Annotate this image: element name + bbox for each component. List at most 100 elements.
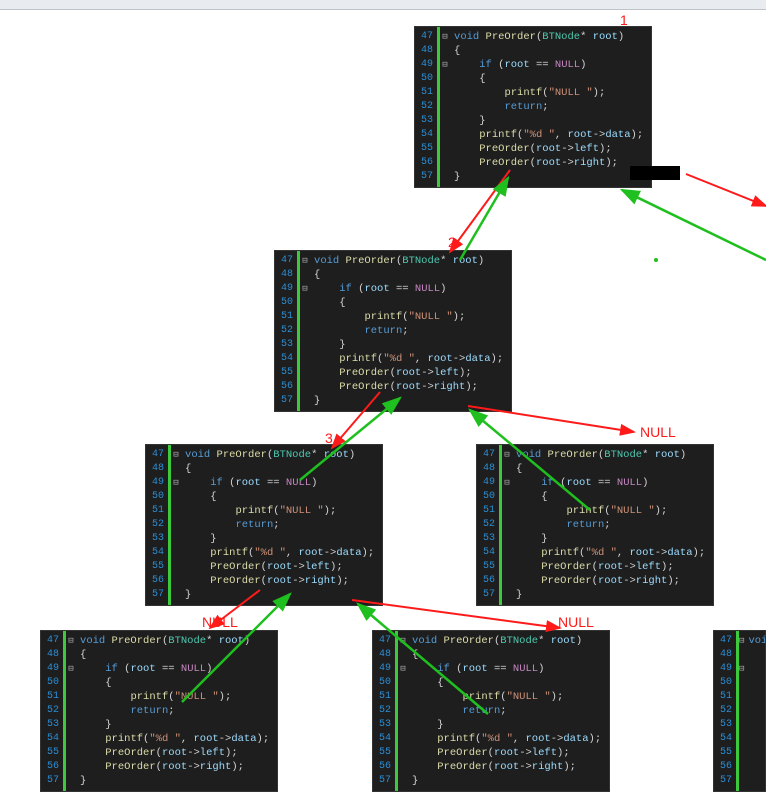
fold-marker [398, 774, 408, 788]
fold-marker [171, 490, 181, 504]
line-number: 53 [421, 114, 433, 128]
line-number: 49 [379, 662, 391, 676]
annotation-null-3: NULL [558, 614, 594, 630]
code-line: printf("%d ", root->data); [314, 352, 503, 366]
line-number: 57 [379, 774, 391, 788]
fold-marker [171, 588, 181, 602]
fold-marker: ⊟ [66, 662, 76, 676]
line-number: 50 [421, 72, 433, 86]
censor-patch [630, 166, 680, 180]
code-line: { [454, 72, 643, 86]
code-line [748, 662, 766, 676]
line-number: 49 [483, 476, 495, 490]
line-number: 56 [720, 760, 732, 774]
fold-marker [171, 532, 181, 546]
code-line: void PreOrder(BTNode* root) [516, 448, 705, 462]
fold-marker [171, 462, 181, 476]
fold-marker: ⊟ [502, 448, 512, 462]
fold-marker [398, 648, 408, 662]
line-number: 55 [421, 142, 433, 156]
fold-marker [66, 732, 76, 746]
line-number: 54 [421, 128, 433, 142]
line-number: 57 [720, 774, 732, 788]
fold-marker [171, 518, 181, 532]
fold-marker [440, 170, 450, 184]
code-line: void PreOrder(BTNode* root) [80, 634, 269, 648]
fold-marker: ⊟ [171, 476, 181, 490]
code-line: } [185, 588, 374, 602]
line-number: 53 [720, 718, 732, 732]
code-line: return; [314, 324, 503, 338]
fold-marker [440, 100, 450, 114]
code-line: printf("%d ", root->data); [185, 546, 374, 560]
code-line: { [185, 490, 374, 504]
fold-marker [66, 648, 76, 662]
code-line [748, 704, 766, 718]
code-line: printf("NULL "); [185, 504, 374, 518]
fold-marker [502, 574, 512, 588]
fold-marker [300, 366, 310, 380]
fold-marker [66, 676, 76, 690]
code-line: void PreOrder(BTNode* root) [454, 30, 643, 44]
code-line [748, 760, 766, 774]
fold-marker: ⊟ [171, 448, 181, 462]
line-number: 55 [281, 366, 293, 380]
code-line: } [454, 170, 643, 184]
code-line: } [185, 532, 374, 546]
fold-marker [440, 128, 450, 142]
line-number: 48 [379, 648, 391, 662]
fold-marker: ⊟ [440, 58, 450, 72]
fold-marker [440, 156, 450, 170]
code-line: } [80, 774, 269, 788]
line-number: 57 [152, 588, 164, 602]
code-content: void [744, 631, 766, 791]
code-line: return; [454, 100, 643, 114]
line-number: 53 [152, 532, 164, 546]
line-number: 47 [379, 634, 391, 648]
line-number: 56 [281, 380, 293, 394]
code-line [748, 746, 766, 760]
code-content: void PreOrder(BTNode* root){ if (root ==… [181, 445, 382, 605]
code-block-b7: 4748495051525354555657⊟⊟void [713, 630, 766, 792]
code-line: } [412, 718, 601, 732]
line-number: 52 [379, 704, 391, 718]
fold-marker [66, 774, 76, 788]
line-number: 50 [720, 676, 732, 690]
code-line: printf("%d ", root->data); [454, 128, 643, 142]
code-block-b2: 4748495051525354555657⊟⊟void PreOrder(BT… [274, 250, 512, 412]
code-line: { [412, 676, 601, 690]
line-number: 48 [421, 44, 433, 58]
line-number: 56 [483, 574, 495, 588]
line-number: 51 [281, 310, 293, 324]
code-line: PreOrder(root->left); [412, 746, 601, 760]
fold-column: ⊟⊟ [171, 445, 181, 605]
line-number: 49 [720, 662, 732, 676]
code-content: void PreOrder(BTNode* root){ if (root ==… [450, 27, 651, 187]
code-line: return; [80, 704, 269, 718]
top-border-bar [0, 0, 766, 10]
line-number: 54 [152, 546, 164, 560]
line-number: 53 [47, 718, 59, 732]
fold-marker: ⊟ [440, 30, 450, 44]
fold-marker [502, 518, 512, 532]
line-number: 52 [483, 518, 495, 532]
line-number-gutter: 4748495051525354555657 [714, 631, 739, 791]
code-content: void PreOrder(BTNode* root){ if (root ==… [310, 251, 511, 411]
line-number: 52 [281, 324, 293, 338]
line-number: 47 [483, 448, 495, 462]
code-line [748, 648, 766, 662]
code-block-b6: 4748495051525354555657⊟⊟void PreOrder(BT… [372, 630, 610, 792]
code-line [748, 690, 766, 704]
code-line: if (root == NULL) [314, 282, 503, 296]
code-line: { [185, 462, 374, 476]
line-number: 56 [379, 760, 391, 774]
line-number: 50 [281, 296, 293, 310]
code-block-b4: 4748495051525354555657⊟⊟void PreOrder(BT… [476, 444, 714, 606]
line-number-gutter: 4748495051525354555657 [477, 445, 502, 605]
code-block-b3: 4748495051525354555657⊟⊟void PreOrder(BT… [145, 444, 383, 606]
code-line: PreOrder(root->left); [454, 142, 643, 156]
line-number: 48 [281, 268, 293, 282]
code-line: { [454, 44, 643, 58]
line-number: 52 [47, 704, 59, 718]
line-number: 49 [47, 662, 59, 676]
